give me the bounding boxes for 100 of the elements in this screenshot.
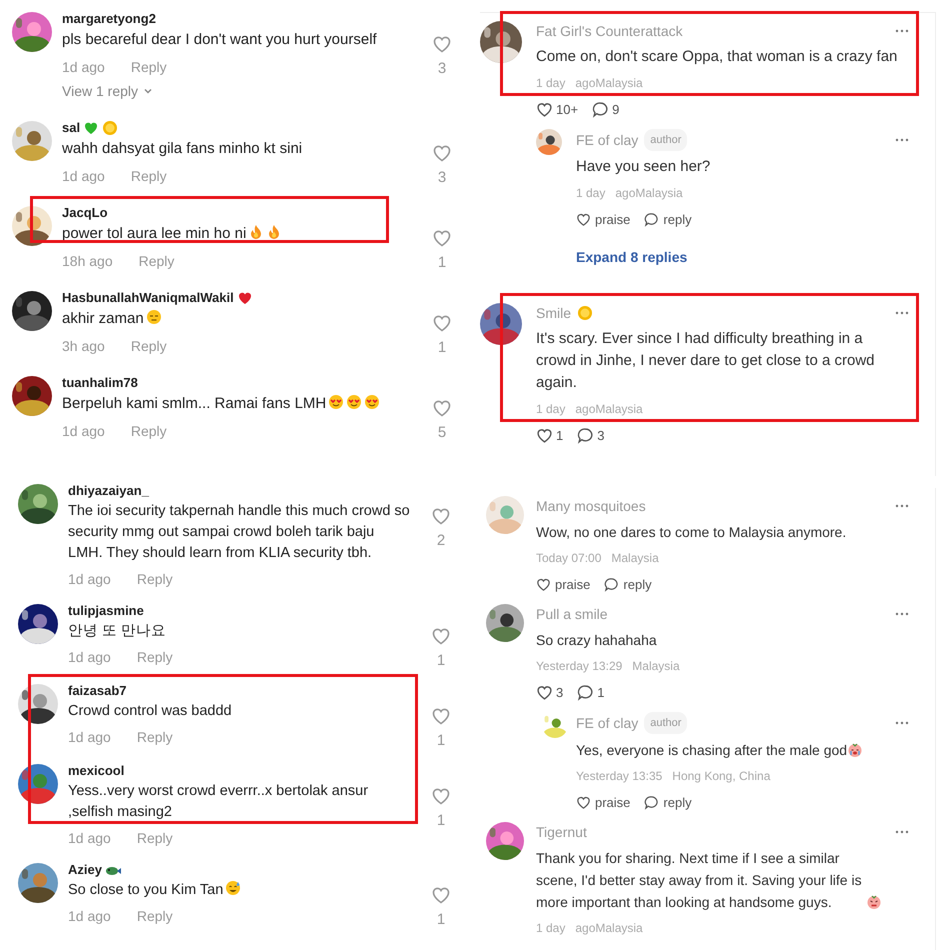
chevron-icon — [143, 86, 154, 96]
comment-text: power tol aura lee min ho ni — [62, 225, 246, 242]
like-icon[interactable] — [576, 794, 591, 810]
avatar — [480, 21, 522, 63]
comment-icon[interactable] — [604, 576, 620, 592]
comment-icon[interactable] — [644, 212, 660, 226]
face-icon — [328, 394, 344, 410]
reply-button[interactable]: reply — [644, 212, 692, 226]
like-count: 1 — [436, 911, 446, 928]
username: mexicool — [68, 762, 124, 780]
timestamp: 1d ago — [68, 728, 111, 747]
reply-link[interactable]: Reply — [136, 727, 173, 747]
comment-icon[interactable] — [577, 684, 594, 700]
like-count: 3 — [438, 169, 446, 186]
more-icon[interactable] — [895, 29, 909, 33]
timestamp: 3h ago — [62, 337, 105, 356]
reply-link[interactable]: Reply — [138, 251, 174, 271]
like-count: 1 — [436, 732, 446, 749]
location: agoMalaysia — [575, 401, 643, 417]
avatar — [486, 822, 524, 860]
avatar — [486, 496, 524, 534]
timestamp: 1d ago — [68, 570, 111, 589]
praise-button[interactable]: praise — [576, 794, 630, 810]
comment-text: Berpeluh kami smlm... Ramai fans LMH — [62, 395, 326, 412]
location: agoMalaysia — [615, 185, 683, 201]
face-icon — [346, 394, 362, 410]
like-count: 1 — [436, 812, 446, 829]
comment-icon[interactable] — [644, 794, 660, 810]
comment-text: Yes, everyone is chasing after the male god — [576, 741, 848, 760]
location: agoMalaysia — [575, 75, 643, 91]
avatar — [12, 12, 52, 52]
username: FE of clay — [576, 131, 638, 150]
timestamp: Yesterday 13:35 — [576, 768, 662, 784]
like-icon[interactable] — [576, 212, 591, 226]
reply-count: 1 — [597, 684, 604, 700]
comment-text: So close to you Kim Tan — [68, 882, 224, 898]
comment-text: Wow, no one dares to come to Malaysia anymore. — [536, 523, 846, 542]
more-icon[interactable] — [895, 504, 909, 508]
like-icon[interactable] — [536, 684, 553, 700]
comment-text: Have you seen her? — [576, 157, 710, 177]
comment-icon[interactable] — [592, 100, 610, 118]
reply-link[interactable]: Reply — [136, 647, 173, 667]
reply-link[interactable]: Reply — [136, 828, 173, 848]
face-icon — [364, 394, 380, 410]
reply-count: 3 — [597, 428, 604, 442]
reply-link[interactable]: Reply — [130, 336, 167, 356]
timestamp: Yesterday 13:29 — [536, 658, 622, 674]
expand-replies-link[interactable]: Expand 8 replies — [576, 249, 688, 265]
reply-link[interactable]: Reply — [130, 421, 167, 441]
timestamp: 1 day — [536, 920, 566, 936]
username: Smile — [536, 304, 572, 323]
reply-link[interactable]: Reply — [136, 906, 173, 926]
like-count: 1 — [556, 428, 564, 442]
comment-text: akhir zaman — [62, 310, 144, 327]
like-icon[interactable] — [536, 426, 553, 444]
avatar — [18, 484, 58, 524]
like-icon[interactable] — [536, 100, 553, 118]
username: tulipjasmine — [68, 602, 144, 620]
more-icon[interactable] — [895, 311, 909, 315]
like-count: 3 — [438, 60, 446, 77]
username: Fat Girl's Counterattack — [536, 22, 683, 41]
timestamp: 1 day — [576, 185, 606, 201]
location: agoMalaysia — [575, 920, 643, 936]
comment-text: 안녕 또 만나요 — [68, 623, 166, 639]
more-icon[interactable] — [895, 721, 909, 725]
comment-text: It's scary. Ever since I had difficulty breathing in a crowd in Jinhe, I never dare to get close to a crowd again. — [536, 329, 876, 393]
username: dhiyazaiyan_ — [68, 482, 149, 500]
more-icon[interactable] — [895, 830, 909, 834]
avatar — [480, 303, 522, 345]
location: Malaysia — [632, 658, 680, 674]
praise-button[interactable]: praise — [536, 576, 590, 592]
heart-icon — [83, 120, 100, 136]
comment-icon[interactable] — [577, 426, 594, 444]
reply-link[interactable]: Reply — [130, 57, 167, 77]
timestamp: 18h ago — [62, 252, 113, 271]
comment-text: wahh dahsyat gila fans minho kt sini — [62, 140, 302, 157]
avatar — [12, 121, 52, 161]
reply-button[interactable]: reply — [604, 576, 652, 592]
reply-button[interactable]: reply — [644, 794, 692, 810]
sun-icon — [102, 120, 118, 136]
like-count: 1 — [438, 254, 446, 271]
view-replies-button[interactable]: View 1 reply — [62, 83, 154, 99]
face-icon — [146, 309, 162, 325]
username: Pull a smile — [536, 605, 608, 624]
like-icon[interactable] — [536, 576, 551, 592]
timestamp: 1d ago — [62, 422, 105, 441]
reply-link[interactable]: Reply — [136, 569, 173, 589]
username: Many mosquitoes — [536, 497, 646, 516]
comment-text: The ioi security takpernah handle this much crowd so security mmg out sampai crowd boleh tarik baju LMH. They should learn from KLIA security tbh. — [68, 503, 410, 561]
avatar — [12, 376, 52, 416]
more-icon[interactable] — [895, 612, 909, 616]
timestamp: 1d ago — [68, 907, 111, 926]
avatar — [18, 604, 58, 644]
avatar — [18, 863, 58, 903]
username: tuanhalim78 — [62, 374, 138, 392]
timestamp: 1d ago — [68, 829, 111, 848]
comment-text: So crazy hahahaha — [536, 631, 657, 650]
reply-link[interactable]: Reply — [130, 166, 167, 186]
praise-button[interactable]: praise — [576, 212, 630, 226]
more-icon[interactable] — [895, 138, 909, 142]
